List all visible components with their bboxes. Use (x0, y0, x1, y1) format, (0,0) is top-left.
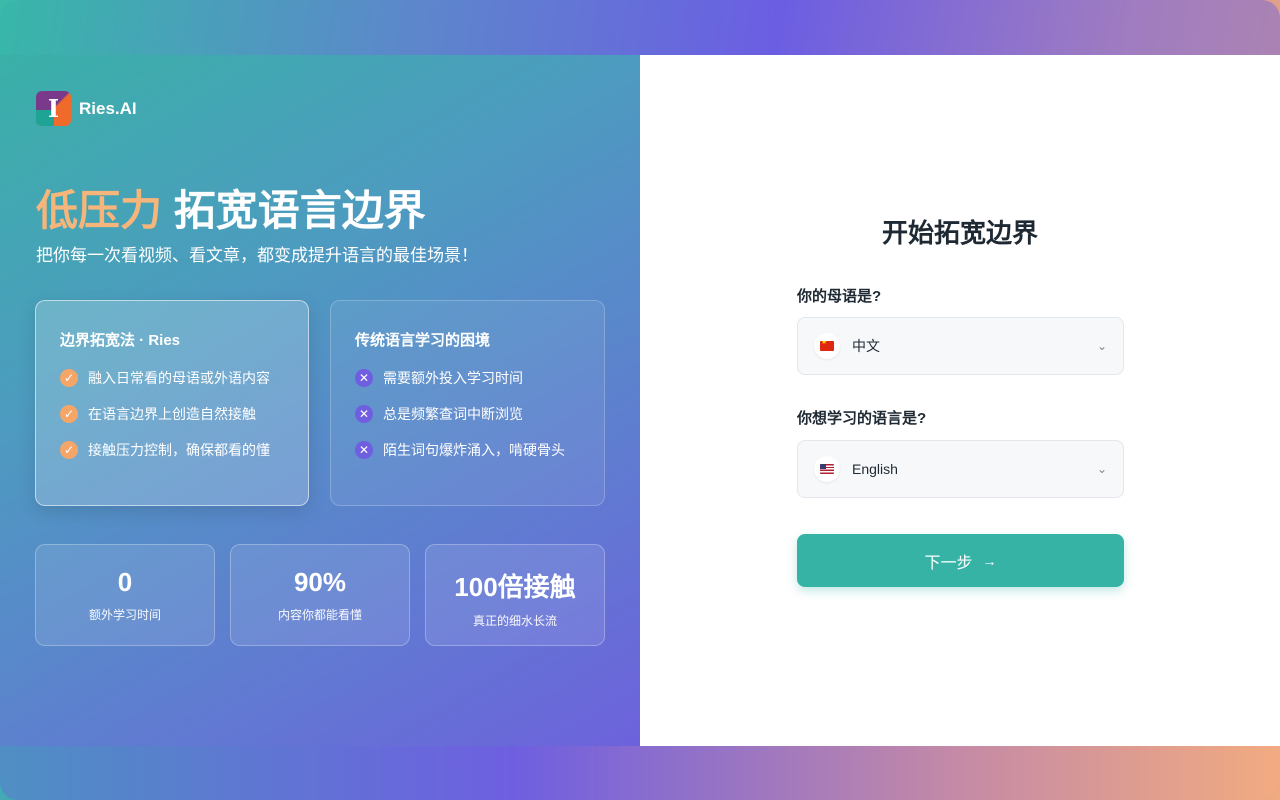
brand-name: Ries.AI (79, 98, 137, 118)
check-icon: ✓ (60, 441, 78, 459)
cross-icon: ✕ (355, 405, 373, 423)
stat-value: 100倍接触 (454, 572, 576, 602)
cross-icon: ✕ (355, 441, 373, 459)
target-language-select[interactable]: English ⌄ (797, 440, 1124, 498)
target-language-label: 你想学习的语言是? (797, 410, 927, 427)
list-item: ✓ 接触压力控制，确保都看的懂 (60, 440, 284, 460)
hero-panel: I Ries.AI 低压力 拓宽语言边界 把你每一次看视频、看文章，都变成提升语… (0, 55, 640, 746)
stat-card: 100倍接触 真正的细水长流 (425, 544, 605, 646)
next-button[interactable]: 下一步 → (797, 534, 1124, 587)
native-language-select[interactable]: 中文 ⌄ (797, 317, 1124, 375)
chevron-down-icon: ⌄ (1096, 339, 1107, 353)
list-item: ✕ 需要额外投入学习时间 (355, 368, 580, 388)
method-card: 边界拓宽法 · Ries ✓ 融入日常看的母语或外语内容 ✓ 在语言边界上创造自… (35, 300, 309, 506)
headline-rest: 拓宽语言边界 (173, 187, 426, 234)
bottom-band (0, 745, 1280, 800)
headline-accent: 低压力 (36, 187, 163, 234)
list-item: ✕ 总是频繁查词中断浏览 (355, 404, 580, 424)
list-item: ✓ 融入日常看的母语或外语内容 (60, 368, 284, 388)
card-title: 边界拓宽法 · Ries (60, 332, 181, 349)
stat-card: 0 额外学习时间 (35, 544, 215, 646)
check-icon: ✓ (60, 405, 78, 423)
stat-card: 90% 内容你都能看懂 (230, 544, 410, 646)
hero-headline: 低压力 拓宽语言边界 (36, 177, 426, 238)
onboarding-form: 开始拓宽边界 你的母语是? 中文 ⌄ 你想学习的语言是? English ⌄ 下… (640, 55, 1280, 746)
stat-label: 额外学习时间 (88, 608, 161, 622)
stat-value: 90% (293, 567, 347, 597)
form-title: 开始拓宽边界 (881, 218, 1038, 248)
app-frame: I Ries.AI 低压力 拓宽语言边界 把你每一次看视频、看文章，都变成提升语… (0, 0, 1280, 800)
chevron-down-icon: ⌄ (1096, 462, 1107, 476)
traditional-card: 传统语言学习的困境 ✕ 需要额外投入学习时间 ✕ 总是频繁查词中断浏览 ✕ 陌生… (330, 300, 605, 506)
native-language-value: 中文 (852, 338, 880, 354)
list-item: ✕ 陌生词句爆炸涌入，啃硬骨头 (355, 440, 580, 460)
target-language-value: English (852, 461, 898, 477)
stat-label: 内容你都能看懂 (277, 608, 362, 622)
stat-value: 0 (117, 567, 133, 597)
list-item: ✓ 在语言边界上创造自然接触 (60, 404, 284, 424)
logo-icon: I (36, 91, 71, 126)
hero-subheadline: 把你每一次看视频、看文章，都变成提升语言的最佳场景！ (36, 246, 478, 265)
brand-logo[interactable]: I Ries.AI (36, 91, 137, 126)
flag-us-icon (814, 456, 840, 482)
check-icon: ✓ (60, 369, 78, 387)
arrow-right-icon: → (982, 552, 997, 569)
native-language-label: 你的母语是? (797, 288, 882, 305)
flag-cn-icon (814, 333, 840, 359)
stat-label: 真正的细水长流 (472, 614, 557, 628)
card-title: 传统语言学习的困境 (355, 332, 491, 349)
next-button-label: 下一步 (924, 554, 973, 572)
cross-icon: ✕ (355, 369, 373, 387)
